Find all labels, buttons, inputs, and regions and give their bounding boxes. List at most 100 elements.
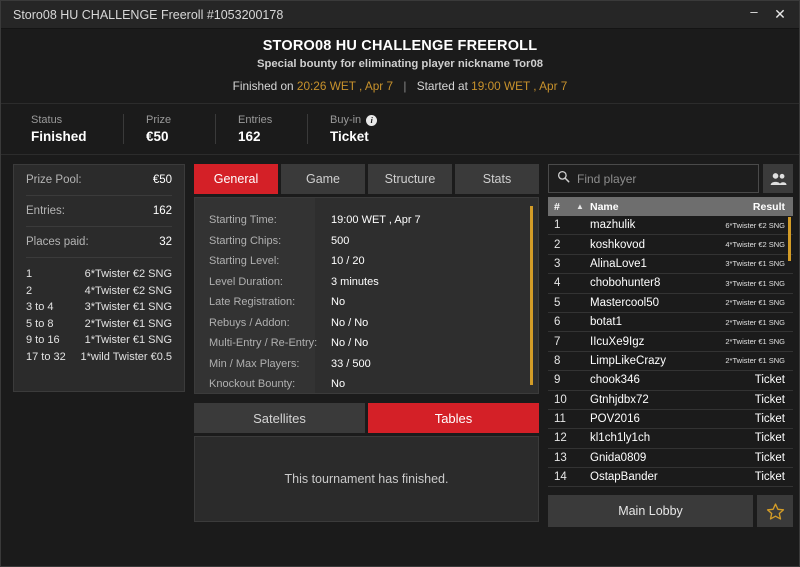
paytable-row: 17 to 32 1*wild Twister €0.5 [26,349,172,366]
minimize-button[interactable]: – [741,1,767,30]
tournament-times: Finished on 20:26 WET , Apr 7 | Started … [1,79,799,93]
player-name: Mastercool50 [590,296,660,309]
table-row[interactable]: 9 chook346 Ticket [548,371,793,391]
column-header-num[interactable]: # [554,201,576,213]
search-icon [557,170,570,188]
player-rank: 1 [554,219,561,232]
main-lobby-button[interactable]: Main Lobby [548,495,753,527]
player-list-scrollbar[interactable] [788,217,791,261]
player-rank: 3 [554,257,561,270]
player-result: Ticket [754,451,785,464]
player-result: Ticket [754,471,785,484]
player-result: 3*Twister €1 SNG [725,278,785,288]
detail-label: Starting Time: [209,214,277,226]
detail-scrollbar[interactable] [530,206,533,385]
paytable-row: 3 to 4 3*Twister €1 SNG [26,299,172,316]
tab-game[interactable]: Game [281,164,365,194]
finished-time: 20:26 WET , Apr 7 [296,79,394,93]
column-header-name[interactable]: Name [590,201,753,213]
player-name: koshkovod [590,238,645,251]
player-result: 4*Twister €2 SNG [725,240,785,250]
sort-ascending-icon[interactable]: ▲ [576,202,590,211]
column-header-result[interactable]: Result [753,201,785,213]
table-row[interactable]: 5 Mastercool50 2*Twister €1 SNG [548,294,793,313]
detail-value: 10 / 20 [331,255,365,267]
player-name: chook346 [590,374,640,387]
paytable-row: 5 to 8 2*Twister €1 SNG [26,316,172,333]
stat-entries-label: Entries [238,114,273,126]
detail-label: Rebuys / Addon: [209,316,290,329]
detail-value: No [331,296,346,308]
player-result: 2*Twister €1 SNG [725,317,785,327]
search-input[interactable] [577,171,750,186]
table-row[interactable]: 7 IIcuXe9Igz 2*Twister €1 SNG [548,332,793,352]
tab-general[interactable]: General [194,164,278,194]
detail-value: 19:00 WET , Apr 7 [331,214,421,226]
player-name: botat1 [590,316,622,329]
player-result: 2*Twister €1 SNG [725,298,785,308]
lobby-body: Prize Pool: €50 Entries: 162 Places paid… [1,155,799,566]
detail-label: Min / Max Players: [209,357,300,370]
details-column: General Game Structure Stats Starting Ti… [194,164,539,566]
detail-label-column: Starting Time: Starting Chips: Starting … [195,198,317,393]
detail-value-column: 19:00 WET , Apr 7 500 10 / 20 3 minutes … [315,198,538,393]
detail-value: No [331,378,346,390]
paytable-prize: 6*Twister €2 SNG [84,268,172,280]
tournament-header: STORO08 HU CHALLENGE FREEROLL Special bo… [1,29,799,104]
prize-pool-row: Prize Pool: €50 [26,165,172,196]
stat-entries: Entries 162 [215,114,307,144]
general-detail-panel: Starting Time: Starting Chips: Starting … [194,197,539,394]
paytable-position: 9 to 16 [26,334,60,346]
table-row[interactable]: 6 botat1 2*Twister €1 SNG [548,313,793,333]
player-rank: 9 [554,374,561,387]
player-name: chobohunter8 [590,277,661,290]
table-row[interactable]: 12 kl1ch1ly1ch Ticket [548,429,793,449]
stat-entries-value: 162 [238,129,261,144]
stat-buyin: Buy-in i Ticket [307,114,399,144]
detail-label: Knockout Bounty: [209,378,296,390]
table-row[interactable]: 11 POV2016 Ticket [548,410,793,430]
lobby-actions: Main Lobby [548,495,793,527]
table-row[interactable]: 14 OstapBander Ticket [548,468,793,488]
close-button[interactable]: ✕ [767,3,793,27]
paytable-row: 9 to 16 1*Twister €1 SNG [26,332,172,349]
paytable-position: 17 to 32 [26,350,66,363]
player-result: 6*Twister €2 SNG [725,220,785,230]
player-name: IIcuXe9Igz [590,335,645,348]
started-label: Started at [416,79,468,93]
tab-stats[interactable]: Stats [455,164,539,194]
tab-tables[interactable]: Tables [368,403,539,433]
table-row[interactable]: 4 chobohunter8 3*Twister €1 SNG [548,274,793,294]
table-row[interactable]: 1 mazhulik 6*Twister €2 SNG [548,216,793,236]
player-list: 1 mazhulik 6*Twister €2 SNG 2 koshkovod … [548,216,793,489]
table-row[interactable]: 13 Gnida0809 Ticket [548,449,793,469]
table-row[interactable]: 8 LimpLikeCrazy 2*Twister €1 SNG [548,352,793,372]
detail-value: 3 minutes [331,275,379,288]
search-box[interactable] [548,164,759,193]
paytable-row: 1 6*Twister €2 SNG [26,266,172,283]
started-time: 19:00 WET , Apr 7 [471,79,568,93]
player-rank: 14 [554,471,567,484]
people-icon[interactable] [763,164,793,193]
prize-pool-value: €50 [152,174,172,186]
player-result: Ticket [754,432,785,445]
places-paid-label: Places paid: [26,236,89,248]
star-icon[interactable] [757,495,793,527]
table-row[interactable]: 3 AlinaLove1 3*Twister €1 SNG [548,255,793,275]
player-name: Gtnhjdbx72 [590,393,649,406]
player-search-row [548,164,793,193]
player-result: Ticket [754,374,785,387]
paytable-position: 2 [26,284,33,297]
player-rank: 7 [554,335,561,348]
stat-prize: Prize €50 [123,114,215,144]
info-icon[interactable]: i [366,114,378,126]
tab-satellites[interactable]: Satellites [194,403,365,433]
detail-tabs: General Game Structure Stats [194,164,539,194]
paytable-position: 5 to 8 [26,317,54,330]
table-row[interactable]: 10 Gtnhjdbx72 Ticket [548,391,793,410]
tab-structure[interactable]: Structure [368,164,452,194]
table-row[interactable]: 15 akazhenek Ticket [548,487,793,489]
entries-label: Entries: [26,205,65,217]
paytable-row: 2 4*Twister €2 SNG [26,283,172,300]
table-row[interactable]: 2 koshkovod 4*Twister €2 SNG [548,235,793,255]
